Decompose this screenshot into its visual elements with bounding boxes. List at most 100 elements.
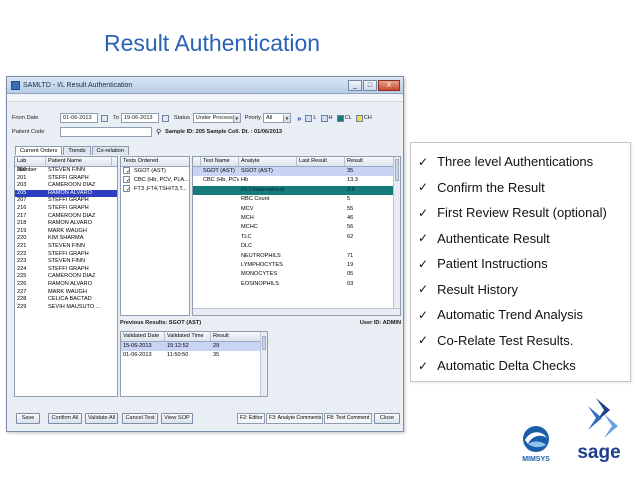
table-row[interactable]: 219 MARK WAUGH (15, 228, 117, 236)
table-row[interactable]: 203 CAMEROON DIAZ (15, 182, 117, 190)
table-row[interactable]: 01-06-2013 11:50:50 35 (121, 351, 267, 360)
search-icon[interactable]: ⚲ (156, 128, 161, 136)
table-row[interactable]: 227 MARK WAUGH (15, 289, 117, 297)
checkbox-checked-icon[interactable]: ✓ (123, 176, 130, 184)
col-test-name[interactable]: Test Name (201, 157, 239, 166)
result-cell[interactable]: 05 (345, 270, 389, 279)
to-date-field[interactable]: 19-06-2013 (120, 113, 159, 123)
table-row[interactable]: NEUTROPHILS 71 (193, 252, 400, 261)
legend-h-label: H (328, 115, 333, 121)
maximize-button[interactable]: □ (363, 79, 377, 91)
table-row[interactable]: 226 RAMON ALVARO (15, 281, 117, 289)
results-vertical-scrollbar[interactable] (393, 157, 400, 308)
result-cell[interactable]: 71 (345, 252, 389, 261)
priority-select[interactable]: All ▾ (262, 113, 291, 123)
table-row[interactable]: CBC (Hb, PCV, P...Hb 13.3 (193, 176, 400, 185)
table-row[interactable]: 224 STEFFI GRAPH (15, 266, 117, 274)
result-cell[interactable]: 5 (345, 195, 389, 204)
table-row[interactable]: 221 STEVEN FINN (15, 243, 117, 251)
result-cell[interactable]: 03 (345, 280, 389, 289)
minimize-button[interactable]: _ (348, 79, 362, 91)
checkmark-icon: ✓ (418, 154, 429, 169)
table-row[interactable]: 225 CAMEROON DIAZ (15, 273, 117, 281)
col-last-result[interactable]: Last Result (297, 157, 345, 166)
table-row[interactable]: MONOCYTES 05 (193, 270, 400, 279)
result-cell[interactable]: 3.9 (345, 186, 389, 195)
lab-number-cell: 218 (17, 220, 27, 227)
table-row[interactable]: 220 KIM SHARMA (15, 235, 117, 243)
checkbox-checked-icon[interactable]: ✓ (123, 167, 130, 175)
close-window-button[interactable]: X (378, 79, 400, 91)
patient-code-input[interactable] (60, 127, 152, 137)
validate-all-button[interactable]: Validate All (85, 413, 118, 424)
lab-number-cell: 216 (17, 204, 27, 211)
table-row[interactable]: 200 STEVEN FINN (15, 167, 117, 175)
tab-current-orders[interactable]: Current Orders (15, 146, 63, 155)
table-row[interactable]: 216 STEFFI GRAPH (15, 205, 117, 213)
tab-co-relation[interactable]: Co-relation (91, 146, 129, 155)
save-button[interactable]: Save (16, 413, 40, 424)
result-cell[interactable]: 13.3 (345, 176, 389, 185)
table-row[interactable]: SGOT (AST) SGOT (AST) 35 (193, 167, 400, 177)
results-horizontal-scrollbar[interactable] (193, 308, 400, 315)
cancel-test-button[interactable]: Cancel Test (122, 413, 158, 424)
col-result[interactable]: Result (345, 157, 389, 166)
result-cell[interactable]: 19 (345, 261, 389, 270)
col-analyte[interactable]: Analyte (239, 157, 297, 166)
result-cell[interactable]: 62 (345, 233, 389, 242)
result-cell[interactable]: 56 (345, 223, 389, 232)
from-date-label: From Date (12, 115, 39, 121)
previous-results-header: Previous Results: SGOT (AST) (120, 320, 202, 326)
from-date-field[interactable]: 01-06-2013 (60, 113, 98, 123)
col-lab-number[interactable]: Lab Number (15, 157, 46, 173)
result-cell[interactable]: 46 (345, 214, 389, 223)
table-row[interactable]: 229 SEVIH MAUSUTO ... (15, 304, 117, 312)
table-row[interactable]: 201 STEFFI GRAPH (15, 175, 117, 183)
result-cell[interactable]: 35 (345, 167, 389, 176)
status-select[interactable]: Under Process ▾ (192, 113, 241, 123)
confirm-all-button[interactable]: Confirm All (48, 413, 82, 424)
test-item[interactable]: ✓ SGOT (AST) (121, 167, 189, 176)
feature-text: Co-Relate Test Results. (437, 332, 574, 348)
table-row[interactable]: EOSINOPHILS 03 (193, 280, 400, 289)
table-row[interactable]: LYMPHOCYTES 19 (193, 261, 400, 270)
col-prev-result[interactable]: Result (211, 332, 253, 341)
table-row[interactable]: DLC (193, 242, 400, 251)
row-marker (193, 186, 201, 195)
table-row[interactable]: PCV/Haematocrit 3.9 (193, 185, 400, 196)
test-item[interactable]: ✓ FT3 ,FT4,TSH/T3,T... (121, 185, 189, 194)
nav-arrows-icon[interactable]: » (297, 114, 301, 123)
result-cell[interactable] (345, 242, 389, 251)
table-row[interactable]: 228 CELICA BACTAD (15, 296, 117, 304)
table-row[interactable]: 223 STEVEN FINN (15, 258, 117, 266)
chevron-down-icon: ▾ (282, 115, 290, 122)
table-row[interactable]: 218 RAMON ALVARO (15, 220, 117, 228)
window-titlebar[interactable]: SAMLTD - I/L Result Authentication _ □ X (7, 77, 403, 94)
table-row[interactable]: 217 CAMEROON DIAZ (15, 213, 117, 221)
table-row[interactable]: 222 STEFFI GRAPH (15, 251, 117, 259)
table-row[interactable]: MCH 46 (193, 214, 400, 223)
result-cell[interactable]: 55 (345, 205, 389, 214)
tab-trends[interactable]: Trends (63, 146, 91, 155)
checkbox-checked-icon[interactable]: ✓ (123, 185, 130, 193)
calendar-icon[interactable] (101, 114, 108, 122)
patient-name-cell: MARK WAUGH (48, 288, 87, 295)
col-patient-name[interactable]: Patient Name (46, 157, 112, 166)
table-row[interactable]: MCV 55 (193, 205, 400, 214)
table-row[interactable]: 15-06-2013 15:12:52 29 (121, 342, 267, 351)
table-row[interactable]: RBC Count 5 (193, 195, 400, 204)
calendar-icon[interactable] (161, 114, 169, 122)
table-row[interactable]: TLC 62 (193, 233, 400, 242)
tab-strip: Current Orders Trends Co-relation (15, 146, 130, 155)
col-validated-date[interactable]: Validated Date (121, 332, 165, 341)
table-row[interactable]: 207 STEFFI GRAPH (15, 197, 117, 205)
row-marker (193, 270, 201, 279)
table-row[interactable]: MCHC 56 (193, 223, 400, 232)
view-sop-button[interactable]: View SOP (161, 413, 193, 424)
close-button[interactable]: Close (374, 413, 400, 424)
test-item[interactable]: ✓ CBC (Hb, PCV, PLA... (121, 176, 189, 185)
table-row[interactable]: 205 RAMON ALVARO (15, 189, 117, 198)
previous-results-scrollbar[interactable] (260, 332, 267, 396)
patient-name-cell: SEVIH MAUSUTO ... (48, 303, 101, 310)
col-validated-time[interactable]: Validated Time (165, 332, 211, 341)
